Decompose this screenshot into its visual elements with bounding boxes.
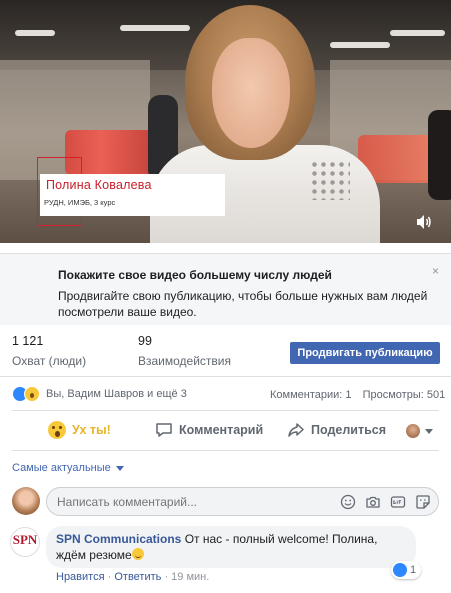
views-count: Просмотры: 501 — [362, 389, 446, 401]
comment-like-link[interactable]: Нравится — [56, 571, 105, 583]
camera-icon[interactable] — [365, 494, 381, 510]
gif-icon[interactable] — [390, 494, 406, 510]
comment-meta: Нравится · Ответить · 19 мин. — [56, 571, 209, 583]
comment-icon — [155, 421, 173, 439]
reach-label: Охват (люди) — [12, 354, 87, 368]
divider — [12, 410, 439, 411]
comment-label: Комментарий — [179, 423, 264, 437]
reactions-summary[interactable]: Вы, Вадим Шавров и ещё 3 — [12, 386, 187, 402]
promote-button[interactable]: Продвигать публикацию — [290, 342, 440, 364]
spn-avatar[interactable]: SPN — [10, 527, 40, 557]
like-reaction-icon — [393, 563, 407, 577]
share-button[interactable]: Поделиться — [287, 421, 386, 439]
divider — [0, 376, 451, 377]
smile-emoji-icon — [131, 548, 144, 560]
page-avatar[interactable] — [406, 424, 420, 438]
spn-logo-text: SPN — [12, 532, 38, 547]
meta-separator: · — [164, 571, 169, 583]
reach-stat: 1 121 Охват (люди) — [12, 334, 86, 368]
comment-like-count[interactable]: 1 — [391, 561, 422, 579]
background-person — [428, 110, 451, 200]
share-icon — [287, 421, 305, 439]
lower-third-caption: Полина Ковалева РУДН, ИМЭБ, 3 курс — [37, 157, 225, 226]
engagement-value: 99 — [138, 334, 152, 348]
post-counts: Комментарии: 1 Просмотры: 501 — [270, 389, 445, 401]
caption-card: Полина Ковалева РУДН, ИМЭБ, 3 курс — [40, 174, 225, 216]
ceiling-light — [390, 30, 445, 36]
comment-like-number: 1 — [410, 564, 417, 576]
chevron-down-icon — [115, 465, 124, 471]
speaker-face — [212, 38, 290, 148]
ceiling-light — [15, 30, 55, 36]
wow-icon — [48, 421, 66, 439]
boost-description: Продвигайте свою публикацию, чтобы больш… — [58, 289, 428, 319]
reactions-names[interactable]: Вы, Вадим Шавров и ещё 3 — [46, 388, 187, 400]
shirt-pattern — [310, 160, 350, 200]
engagement-stat: 99 Взаимодействия — [138, 334, 231, 368]
boost-banner: Покажите свое видео большему числу людей… — [0, 253, 451, 325]
volume-icon[interactable] — [416, 213, 432, 231]
ceiling-light — [330, 42, 390, 48]
avatar — [12, 487, 40, 515]
comment-button[interactable]: Комментарий — [155, 421, 263, 439]
comment-bubble: SPN Communications От нас - полный welco… — [46, 526, 416, 568]
comment-reply-link[interactable]: Ответить — [114, 571, 161, 583]
comment-sort-dropdown[interactable]: Самые актуальные — [12, 462, 124, 474]
close-icon[interactable]: × — [432, 264, 439, 278]
meta-separator: · — [107, 571, 112, 583]
comment-time[interactable]: 19 мин. — [171, 571, 209, 583]
comment-author[interactable]: SPN Communications — [56, 532, 181, 546]
wow-reaction-icon — [24, 386, 40, 402]
share-label: Поделиться — [311, 423, 387, 437]
speaker-name: Полина Ковалева — [46, 178, 152, 192]
ceiling-light — [120, 25, 190, 31]
emoji-icon[interactable] — [340, 494, 356, 510]
sort-label: Самые актуальные — [12, 462, 111, 474]
reach-value: 1 121 — [12, 334, 44, 348]
video-player[interactable]: Полина Ковалева РУДН, ИМЭБ, 3 курс — [0, 0, 451, 243]
sticker-icon[interactable] — [415, 494, 431, 510]
wow-label: Ух ты! — [72, 423, 111, 437]
speaker-subtitle: РУДН, ИМЭБ, 3 курс — [44, 198, 116, 207]
comments-count[interactable]: Комментарии: 1 — [270, 389, 352, 401]
boost-title: Покажите свое видео большему числу людей — [58, 268, 332, 282]
divider — [12, 450, 439, 451]
chevron-down-icon[interactable] — [425, 429, 433, 434]
wow-button[interactable]: Ух ты! — [48, 421, 111, 439]
engagement-label: Взаимодействия — [138, 354, 231, 368]
